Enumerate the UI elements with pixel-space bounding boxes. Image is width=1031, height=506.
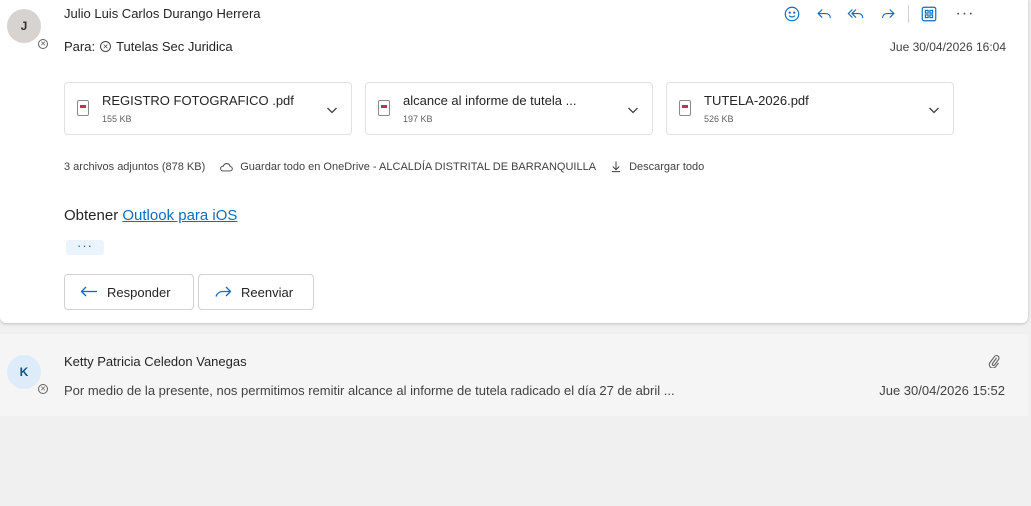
download-icon [610,160,622,173]
chevron-down-icon[interactable] [626,103,640,117]
chevron-down-icon[interactable] [927,103,941,117]
paperclip-icon [988,355,1000,368]
recipient-presence-icon: ✕ [100,41,112,52]
attachments-summary: 3 archivos adjuntos (878 KB) [64,160,206,173]
message-date: Jue 30/04/2026 15:52 [879,383,1005,398]
attachment-size: 526 KB [704,114,734,124]
more-icon[interactable]: ··· [953,4,977,24]
message-toolbar: ··· [780,4,977,24]
download-all-link[interactable]: Descargar todo [629,161,704,173]
avatar-initial: K [19,365,29,379]
sender-name[interactable]: Ketty Patricia Celedon Vanegas [64,354,247,369]
show-quoted-text-button[interactable]: ··· [66,239,104,255]
recipient-row: Para: ✕ Tutelas Sec Juridica [64,39,233,54]
cloud-icon [219,161,233,173]
attachment-card[interactable]: alcance al informe de tutela ... 197 KB [365,82,653,135]
reply-icon [80,286,97,297]
pdf-file-icon [378,100,390,116]
sender-name[interactable]: Julio Luis Carlos Durango Herrera [64,6,261,21]
attachment-name: alcance al informe de tutela ... [403,93,577,108]
message-date: Jue 30/04/2026 16:04 [889,40,1006,54]
collapsed-message[interactable] [0,334,1028,416]
expanded-message: J ✕ Julio Luis Carlos Durango Herrera Pa… [0,0,1028,323]
reply-icon[interactable] [812,4,836,24]
toolbar-divider [908,5,909,23]
avatar-initial: J [20,19,28,33]
attachment-card[interactable]: REGISTRO FOTOGRAFICO .pdf 155 KB [64,82,352,135]
save-all-onedrive-link[interactable]: Guardar todo en OneDrive - ALCALDÍA DIST… [240,161,596,173]
apps-icon[interactable] [917,4,941,24]
to-label: Para: [64,39,96,54]
forward-button-label: Reenviar [241,284,294,300]
forward-icon [215,286,232,297]
body-text: Obtener [64,207,123,224]
message-body: Obtener Outlook para iOS [64,207,237,224]
attachment-size: 197 KB [403,114,433,124]
reply-button[interactable]: Responder [64,274,194,310]
reply-all-icon[interactable] [844,4,868,24]
attachments-summary-row: 3 archivos adjuntos (878 KB) Guardar tod… [64,160,704,173]
recipient-name[interactable]: Tutelas Sec Juridica [116,39,233,54]
message-preview: Por medio de la presente, nos permitimos… [64,383,675,398]
attachment-size: 155 KB [102,114,132,124]
outlook-ios-link[interactable]: Outlook para iOS [122,207,237,224]
presence-offline-icon: ✕ [37,383,49,395]
forward-button[interactable]: Reenviar [198,274,314,310]
chevron-down-icon[interactable] [325,103,339,117]
pdf-file-icon [679,100,691,116]
reply-button-label: Responder [107,284,171,300]
avatar[interactable]: J [7,9,41,43]
pdf-file-icon [77,100,89,116]
emoji-icon[interactable] [780,4,804,24]
attachment-name: TUTELA-2026.pdf [704,93,809,108]
attachment-card[interactable]: TUTELA-2026.pdf 526 KB [666,82,954,135]
presence-offline-icon: ✕ [37,38,49,50]
attachment-name: REGISTRO FOTOGRAFICO .pdf [102,93,294,108]
forward-icon[interactable] [876,4,900,24]
avatar[interactable]: K [7,355,41,389]
